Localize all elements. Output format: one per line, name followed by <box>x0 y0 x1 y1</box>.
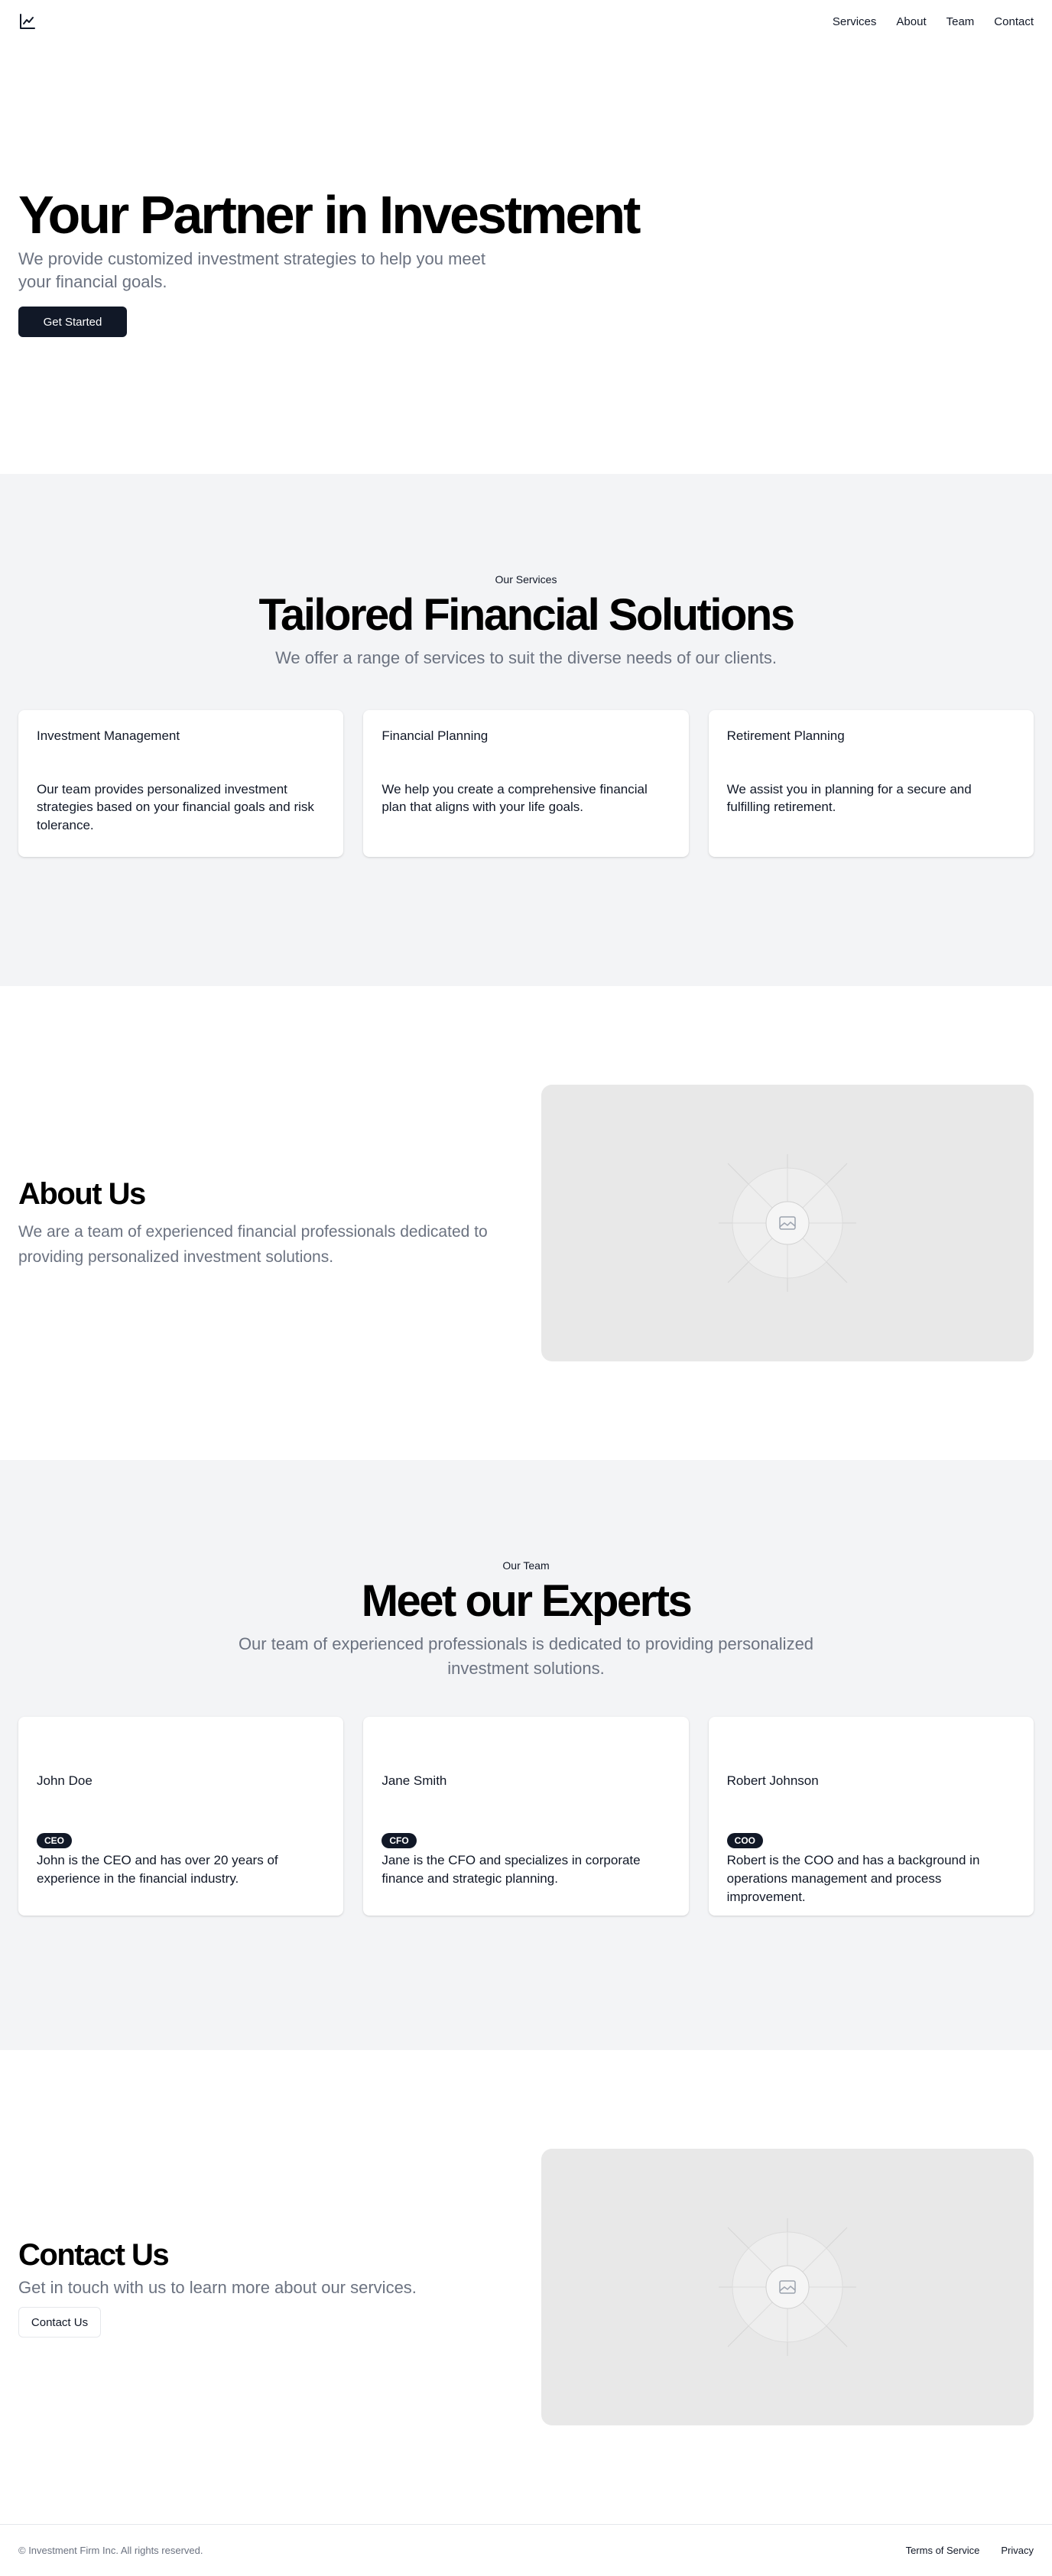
main-nav: Services About Team Contact <box>833 15 1034 28</box>
contact-image-placeholder <box>541 2149 1034 2425</box>
team-cards: John Doe CEO John is the CEO and has ove… <box>0 1717 1052 1916</box>
service-card-text: We assist you in planning for a secure a… <box>726 781 972 815</box>
role-badge: CFO <box>382 1833 417 1849</box>
nav-link-contact[interactable]: Contact <box>994 15 1034 28</box>
chart-line-icon[interactable] <box>18 12 37 31</box>
contact-text: Get in touch with us to learn more about… <box>18 2278 417 2297</box>
service-card-text: We help you create a comprehensive finan… <box>382 781 648 815</box>
service-card-title: Investment Management <box>37 728 180 743</box>
role-badge: COO <box>726 1833 763 1849</box>
service-card-investment-management: Investment Management Our team provides … <box>18 709 344 857</box>
team-member-bio: Jane is the CFO and specializes in corpo… <box>382 1853 641 1887</box>
services-title: Tailored Financial Solutions <box>258 590 795 640</box>
role-badge: CEO <box>37 1833 73 1849</box>
hero-section: Your Partner in Investment We provide cu… <box>0 43 1052 474</box>
team-subtitle: Our team of experienced professionals is… <box>238 1634 814 1678</box>
copyright-text: © Investment Firm Inc. All rights reserv… <box>18 2545 203 2556</box>
get-started-button[interactable]: Get Started <box>18 307 127 338</box>
contact-text-block: Contact Us Get in touch with us to learn… <box>18 2237 523 2338</box>
privacy-link[interactable]: Privacy <box>1001 2545 1034 2556</box>
team-eyebrow: Our Team <box>502 1559 550 1572</box>
about-section: About Us We are a team of experienced fi… <box>0 986 1052 1460</box>
contact-us-button[interactable]: Contact Us <box>18 2307 101 2338</box>
team-member-bio: Robert is the COO and has a background i… <box>726 1853 980 1905</box>
hero-title: Your Partner in Investment <box>18 185 641 245</box>
team-section: Our Team Meet our Experts Our team of ex… <box>0 1460 1052 2050</box>
team-title: Meet our Experts <box>361 1576 693 1626</box>
about-text-block: About Us We are a team of experienced fi… <box>18 1176 523 1270</box>
team-card-john-doe: John Doe CEO John is the CEO and has ove… <box>18 1717 344 1916</box>
nav-link-services[interactable]: Services <box>833 15 877 28</box>
nav-link-team[interactable]: Team <box>946 15 975 28</box>
about-title: About Us <box>18 1177 146 1212</box>
service-card-text: Our team provides personalized investmen… <box>37 781 314 833</box>
contact-section: Contact Us Get in touch with us to learn… <box>0 2050 1052 2524</box>
team-card-jane-smith: Jane Smith CFO Jane is the CFO and speci… <box>363 1717 689 1916</box>
services-cards: Investment Management Our team provides … <box>0 709 1052 857</box>
site-footer: © Investment Firm Inc. All rights reserv… <box>0 2524 1052 2576</box>
hero-subtitle: We provide customized investment strateg… <box>18 249 486 291</box>
about-image-placeholder <box>541 1085 1034 1361</box>
team-member-name: John Doe <box>37 1773 93 1789</box>
service-card-title: Retirement Planning <box>726 728 845 743</box>
team-member-name: Robert Johnson <box>726 1773 819 1789</box>
service-card-financial-planning: Financial Planning We help you create a … <box>363 709 689 857</box>
terms-of-service-link[interactable]: Terms of Service <box>906 2545 980 2556</box>
image-placeholder-icon <box>719 1154 856 1292</box>
contact-title: Contact Us <box>18 2238 170 2272</box>
service-card-title: Financial Planning <box>382 728 489 743</box>
about-text: We are a team of experienced financial p… <box>18 1223 488 1266</box>
services-section: Our Services Tailored Financial Solution… <box>0 474 1052 986</box>
team-member-bio: John is the CEO and has over 20 years of… <box>37 1853 278 1887</box>
nav-link-about[interactable]: About <box>896 15 926 28</box>
image-placeholder-icon <box>719 2218 856 2356</box>
services-subtitle: We offer a range of services to suit the… <box>275 647 777 667</box>
services-eyebrow: Our Services <box>495 573 557 586</box>
footer-links: Terms of Service Privacy <box>906 2545 1034 2556</box>
team-card-robert-johnson: Robert Johnson COO Robert is the COO and… <box>708 1717 1034 1916</box>
team-member-name: Jane Smith <box>382 1773 447 1789</box>
service-card-retirement-planning: Retirement Planning We assist you in pla… <box>708 709 1034 857</box>
site-header: Services About Team Contact <box>0 0 1052 43</box>
